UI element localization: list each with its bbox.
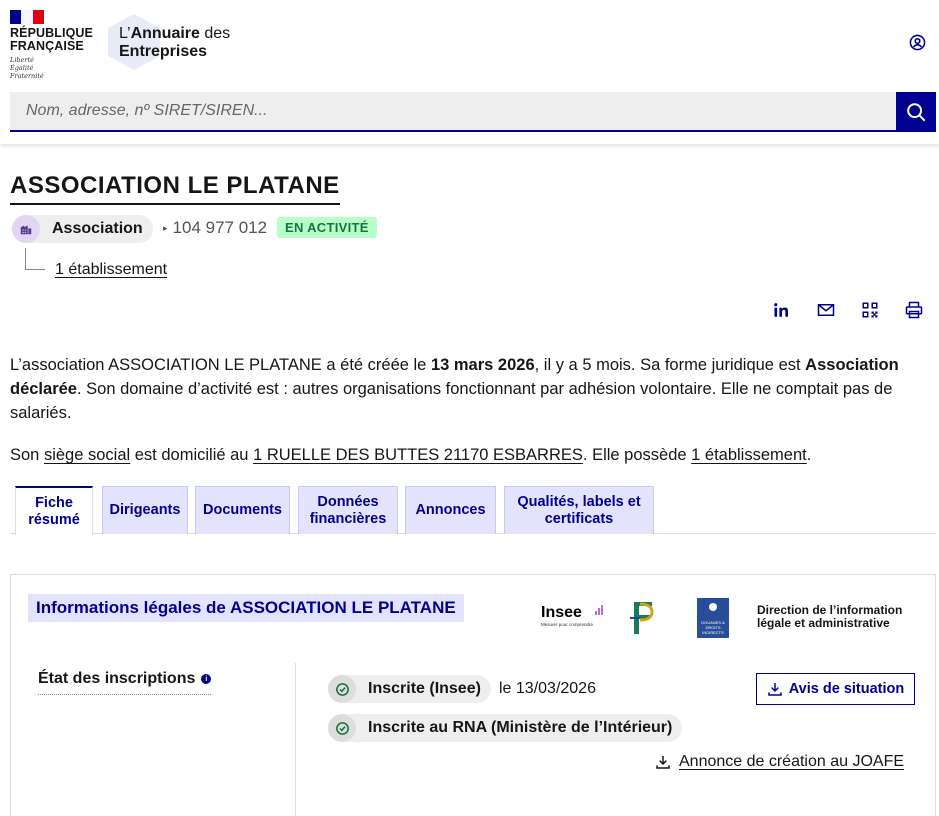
print-icon bbox=[905, 301, 923, 319]
avis-de-situation-button[interactable]: Avis de situation bbox=[756, 673, 915, 705]
search-bar bbox=[10, 92, 936, 132]
building-icon bbox=[12, 215, 40, 243]
search-button[interactable] bbox=[896, 92, 936, 132]
joafe-annonce-link[interactable]: Annonce de création au JOAFE bbox=[655, 753, 904, 771]
site-logo[interactable]: L’Annuaire des Entreprises bbox=[119, 25, 230, 61]
linkedin-share-button[interactable] bbox=[772, 300, 792, 320]
tab-fiche-resume[interactable]: Fiche résumé bbox=[15, 486, 93, 535]
user-account-button[interactable] bbox=[906, 31, 928, 53]
search-input[interactable] bbox=[10, 92, 896, 132]
download-icon bbox=[768, 683, 782, 696]
panel-divider bbox=[295, 663, 296, 816]
tab-qualites-labels[interactable]: Qualités, labels et certificats bbox=[504, 486, 654, 534]
tab-annonces[interactable]: Annonces bbox=[405, 486, 496, 534]
user-circle-icon bbox=[909, 34, 925, 50]
tab-documents[interactable]: Documents bbox=[195, 486, 290, 534]
check-circle-icon bbox=[328, 714, 356, 742]
finances-publiques-logo-icon bbox=[630, 602, 654, 634]
check-circle-icon bbox=[328, 675, 356, 703]
siren-number: ▸ 104 977 012 bbox=[163, 218, 268, 237]
qrcode-icon bbox=[862, 302, 878, 318]
siege-social-link[interactable]: siège social bbox=[44, 446, 130, 464]
republique-francaise-logo[interactable]: RÉPUBLIQUE FRANÇAISE bbox=[10, 27, 93, 53]
info-icon[interactable]: i bbox=[201, 674, 212, 684]
dila-logo: Direction de l’information légale et adm… bbox=[757, 603, 903, 630]
douanes-logo: DOUANES & DROITS INDIRECTS bbox=[697, 598, 729, 638]
mail-icon bbox=[817, 304, 835, 316]
marianne-flag-icon bbox=[10, 10, 44, 24]
qrcode-button[interactable] bbox=[860, 300, 880, 320]
address-link[interactable]: 1 RUELLE DES BUTTES 21170 ESBARRES bbox=[253, 446, 583, 464]
company-description: L’association ASSOCIATION LE PLATANE a é… bbox=[10, 356, 899, 422]
panel-title: Informations légales de ASSOCIATION LE P… bbox=[28, 594, 464, 622]
tab-dirigeants[interactable]: Dirigeants bbox=[102, 486, 188, 534]
email-share-button[interactable] bbox=[816, 300, 836, 320]
inscription-rna-badge: Inscrite au RNA (Ministère de l’Intérieu… bbox=[328, 714, 683, 742]
inscription-insee-badge: Inscrite (Insee) bbox=[328, 675, 491, 703]
page-title: ASSOCIATION LE PLATANE bbox=[10, 172, 340, 205]
company-type-badge: Association bbox=[12, 215, 153, 243]
etat-inscriptions-label[interactable]: État des inscriptions i bbox=[38, 670, 212, 695]
download-icon bbox=[656, 756, 670, 769]
etablissements-link[interactable]: 1 établissement bbox=[55, 261, 167, 279]
company-address-description: Son siège social est domicilié au 1 RUEL… bbox=[10, 446, 812, 464]
tab-donnees-financieres[interactable]: Données financières bbox=[298, 486, 398, 534]
insee-logo: Insee Mesurer pour comprendre bbox=[541, 604, 603, 627]
status-badge: EN ACTIVITÉ bbox=[277, 217, 377, 238]
linkedin-icon bbox=[774, 303, 788, 317]
triangle-right-icon: ▸ bbox=[163, 222, 168, 233]
republic-motto: Liberté Égalité Fraternité bbox=[10, 56, 44, 80]
tree-connector bbox=[25, 248, 45, 270]
site-header: RÉPUBLIQUE FRANÇAISE Liberté Égalité Fra… bbox=[0, 0, 939, 144]
print-button[interactable] bbox=[904, 300, 924, 320]
etablissement-link[interactable]: 1 établissement bbox=[691, 446, 807, 464]
inscription-insee-date: le 13/03/2026 bbox=[499, 680, 596, 697]
search-icon bbox=[907, 103, 926, 122]
